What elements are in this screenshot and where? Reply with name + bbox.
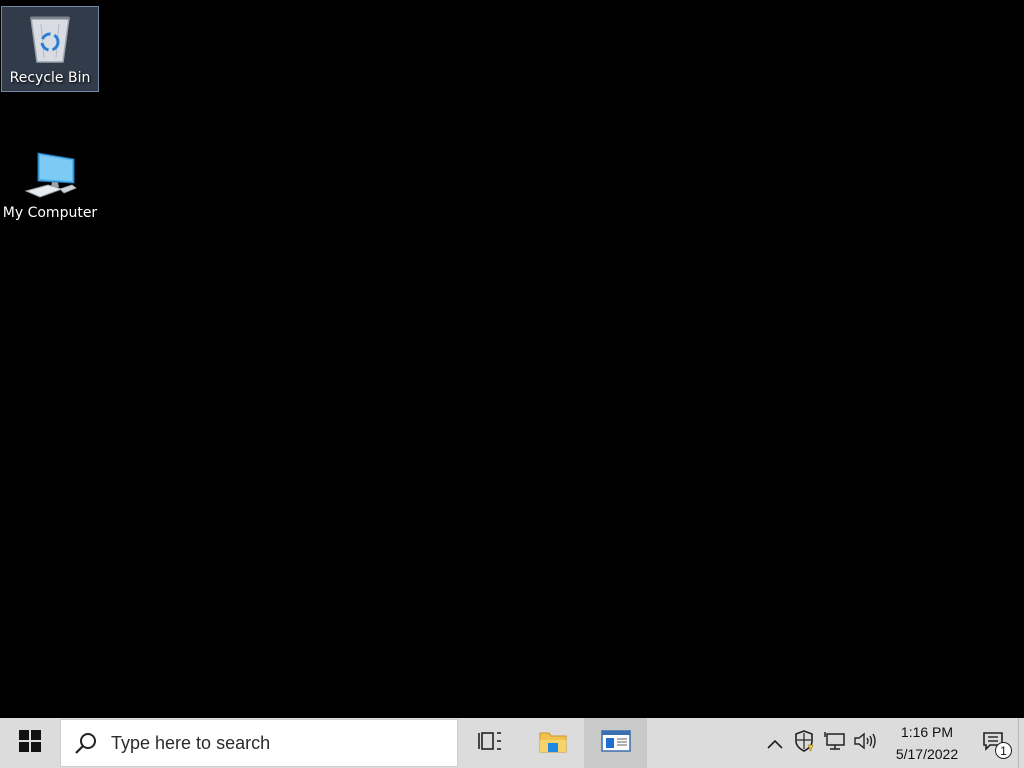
desktop[interactable]: Recycle Bin My Computer: [0, 0, 1024, 718]
file-explorer-icon: [539, 729, 567, 757]
volume-tray-button[interactable]: [850, 718, 880, 768]
clock-time: 1:16 PM: [900, 724, 954, 740]
desktop-icon-my-computer[interactable]: My Computer: [1, 142, 99, 228]
start-button[interactable]: [0, 718, 60, 768]
network-icon: [824, 731, 846, 755]
action-center-button[interactable]: 1: [968, 718, 1018, 768]
volume-icon: [853, 731, 877, 755]
task-view-button[interactable]: [458, 718, 521, 768]
windows-logo-icon: [19, 730, 41, 756]
notification-count-badge: 1: [995, 742, 1012, 759]
task-view-icon: [477, 730, 502, 756]
taskbar: Type here to search 1:16 PM 5/17/2022 1: [0, 718, 1024, 768]
file-explorer-button[interactable]: [521, 718, 584, 768]
search-box[interactable]: Type here to search: [60, 719, 458, 767]
show-desktop-button[interactable]: [1018, 718, 1024, 768]
app-window-icon: [600, 730, 631, 756]
recycle-bin-icon: [22, 10, 78, 66]
clock-date: 5/17/2022: [895, 746, 959, 762]
computer-icon: [22, 145, 78, 201]
search-icon: [61, 731, 111, 755]
desktop-icon-label: My Computer: [2, 205, 98, 221]
taskbar-empty-area[interactable]: [647, 718, 760, 768]
security-tray-button[interactable]: [790, 718, 820, 768]
search-placeholder: Type here to search: [111, 732, 271, 753]
show-hidden-icons-button[interactable]: [760, 718, 790, 768]
chevron-up-icon: [767, 734, 783, 753]
system-tray: 1:16 PM 5/17/2022 1: [760, 718, 1024, 768]
security-shield-icon: [794, 730, 816, 756]
desktop-icon-label: Recycle Bin: [9, 70, 91, 86]
clock[interactable]: 1:16 PM 5/17/2022: [886, 718, 968, 768]
desktop-icon-recycle-bin[interactable]: Recycle Bin: [1, 6, 99, 92]
app-window-button[interactable]: [584, 718, 647, 768]
network-tray-button[interactable]: [820, 718, 850, 768]
